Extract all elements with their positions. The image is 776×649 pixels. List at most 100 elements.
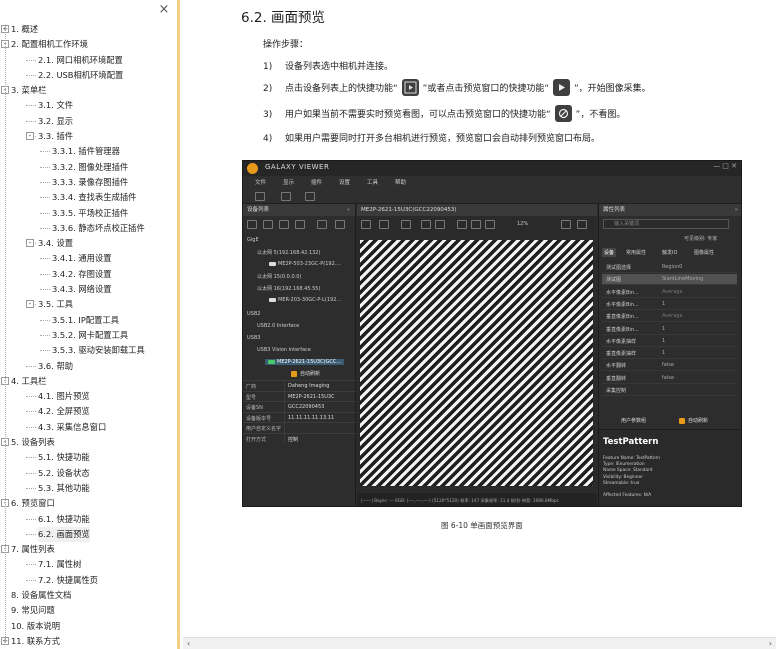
- property-search: 输入关键词: [603, 219, 729, 229]
- tree-connector: [40, 334, 50, 336]
- toc-item[interactable]: 3.2. 显示: [0, 114, 177, 129]
- tree-connector: [40, 289, 50, 291]
- toc-label: 4.3. 采集信息窗口: [38, 421, 107, 432]
- toc-item[interactable]: 3.6. 帮助: [0, 359, 177, 374]
- toc-item[interactable]: 3.3.5. 平场校正插件: [0, 206, 177, 221]
- scroll-left-icon[interactable]: ‹: [187, 639, 190, 648]
- toc-item[interactable]: 7.1. 属性树: [0, 557, 177, 572]
- toc-label: 3.3.6. 静态坏点校正插件: [52, 222, 145, 233]
- menu-view: 显示: [283, 180, 295, 186]
- toc-item[interactable]: 4.3. 采集信息窗口: [0, 420, 177, 435]
- toc-item[interactable]: 3.3.3. 录像存图插件: [0, 175, 177, 190]
- property-description: TestPattern Feature Name: TestPattern Typ…: [599, 429, 741, 506]
- toc-item[interactable]: -2. 配置相机工作环境: [0, 37, 177, 52]
- toc-item[interactable]: 3.3.4. 查找表生成插件: [0, 190, 177, 205]
- user-param-group: 用户参数组: [621, 418, 647, 424]
- toc-item[interactable]: 3.5.1. IP配置工具: [0, 313, 177, 328]
- toc-item[interactable]: -7. 属性列表: [0, 542, 177, 557]
- toc-item[interactable]: -3.3. 插件: [0, 129, 177, 144]
- app-title: GALAXY VIEWER: [265, 163, 330, 171]
- toc-item[interactable]: -4. 工具栏: [0, 374, 177, 389]
- property-key: 垂直像素Bin...: [606, 314, 639, 321]
- info-key: 用户自定义名字: [246, 426, 282, 432]
- tree-usb2: USB2: [247, 311, 261, 317]
- toc-item[interactable]: 8. 设备属性文档: [0, 588, 177, 603]
- toc-item[interactable]: 10. 版本说明: [0, 619, 177, 634]
- property-value: SlantLineMoving: [662, 276, 704, 283]
- step-text-c: ”，开始图像采集。: [574, 84, 651, 94]
- panel-title: 属性列表: [603, 207, 626, 213]
- property-value: false: [662, 362, 674, 369]
- tree-guide: [5, 26, 6, 646]
- app-menubar: 文件 显示 插件 设置 工具 帮助: [243, 176, 741, 190]
- toc-item[interactable]: 6.2. 画面预览: [0, 526, 177, 543]
- toc-item[interactable]: 3.4.3. 网络设置: [0, 282, 177, 297]
- toc-item[interactable]: -3.4. 设置: [0, 236, 177, 251]
- toc-item[interactable]: -3.5. 工具: [0, 297, 177, 312]
- preview-panel: ME2P-2621-15U3C(GCC22090453) 12% |------…: [357, 204, 597, 506]
- camera-icon: [269, 297, 276, 302]
- toc-item[interactable]: 3.3.6. 静态坏点校正插件: [0, 221, 177, 236]
- toc-item[interactable]: +1. 概述: [0, 22, 177, 37]
- property-row: 垂直翻转 false: [602, 373, 737, 384]
- toc-label: 3.3. 插件: [38, 131, 74, 142]
- description-line: Visibility: Beginner: [603, 474, 643, 480]
- section-title: 6.2. 画面预览: [241, 10, 326, 26]
- description-line: Feature Name: TestPattern: [603, 456, 661, 461]
- tab-image: 图像属性: [694, 250, 715, 256]
- toc-item[interactable]: -6. 预览窗口: [0, 496, 177, 511]
- stop-preview-icon: [379, 220, 389, 229]
- tree-connector: [26, 365, 36, 367]
- toc-item[interactable]: 7.2. 快捷属性页: [0, 573, 177, 588]
- tree-usb3: USB3: [247, 335, 261, 341]
- toc-item[interactable]: 3.4.2. 存图设置: [0, 267, 177, 282]
- menu-settings: 设置: [339, 180, 351, 186]
- info-row: 型号 ME2P-2621-15U3C: [243, 390, 356, 401]
- tree-usb2-if: USB2.0 Interface: [257, 323, 300, 329]
- galaxy-logo-icon: [247, 163, 258, 174]
- tree-connector: [26, 105, 36, 107]
- toc-label: 6.1. 快捷功能: [38, 513, 90, 524]
- horizontal-scrollbar[interactable]: ‹ ›: [183, 637, 776, 649]
- toc-item[interactable]: 3.4.1. 通用设置: [0, 251, 177, 266]
- toc-item[interactable]: 5.1. 快捷功能: [0, 450, 177, 465]
- toc-item[interactable]: -3. 菜单栏: [0, 83, 177, 98]
- toc-item[interactable]: 3.5.3. 驱动安装卸载工具: [0, 343, 177, 358]
- property-key: 垂直翻转: [606, 375, 627, 382]
- toc-item[interactable]: 6.1. 快捷功能: [0, 512, 177, 527]
- toc-item[interactable]: 2.1. 网口相机环境配置: [0, 53, 177, 68]
- info-value: GCC22090453: [288, 404, 325, 410]
- step-4: 4) 如果用户需要同时打开多台相机进行预览，预览窗口会自动排列预览窗口布局。: [263, 131, 600, 144]
- step-3: 3) 用户如果当前不需要实时预览看图，可以点击预览窗口的快捷功能“ ”，不看图。: [263, 105, 626, 123]
- toc-item[interactable]: 2.2. USB相机环境配置: [0, 68, 177, 83]
- scroll-right-icon[interactable]: ›: [769, 639, 772, 648]
- info-row: 厂商 Daheng Imaging: [243, 380, 356, 391]
- toc-item[interactable]: 3.3.2. 图像处理插件: [0, 160, 177, 175]
- toc-item[interactable]: 3.5.2. 网卡配置工具: [0, 328, 177, 343]
- app-titlebar: GALAXY VIEWER — □ ✕: [243, 161, 741, 176]
- toc-label: 5. 设备列表: [11, 437, 55, 448]
- info-row: 设备版本号 11.11.11.11.13.11: [243, 411, 356, 422]
- toc-item[interactable]: 5.2. 设备状态: [0, 466, 177, 481]
- toc-item[interactable]: 5.3. 其他功能: [0, 481, 177, 496]
- toc-item[interactable]: 4.1. 图片预览: [0, 389, 177, 404]
- close-icon[interactable]: ×: [157, 3, 171, 17]
- collapse-icon[interactable]: -: [26, 132, 34, 141]
- tree-eth16: 以太网 16(192.168.45.55): [257, 286, 321, 292]
- toc-item[interactable]: 3.1. 文件: [0, 98, 177, 113]
- tree-connector: [40, 227, 50, 229]
- toc-item[interactable]: 9. 常见问题: [0, 603, 177, 618]
- step-text-b: ”，不看图。: [575, 110, 626, 120]
- property-row: 水平像素Bin... Average: [602, 287, 737, 298]
- toc-item[interactable]: 3.3.1. 插件管理器: [0, 144, 177, 159]
- toc-item[interactable]: -5. 设备列表: [0, 435, 177, 450]
- toc-item[interactable]: +11. 联系方式: [0, 634, 177, 649]
- tree-connector: [26, 533, 36, 535]
- collapse-icon[interactable]: -: [26, 239, 34, 248]
- toc-label: 7. 属性列表: [11, 544, 55, 555]
- toc-item[interactable]: 4.2. 全屏预览: [0, 404, 177, 419]
- property-key: 采集控制: [606, 388, 627, 394]
- device-toolbar: [247, 220, 353, 230]
- collapse-icon[interactable]: -: [26, 300, 34, 309]
- property-key: 垂直像素抽样: [606, 351, 637, 358]
